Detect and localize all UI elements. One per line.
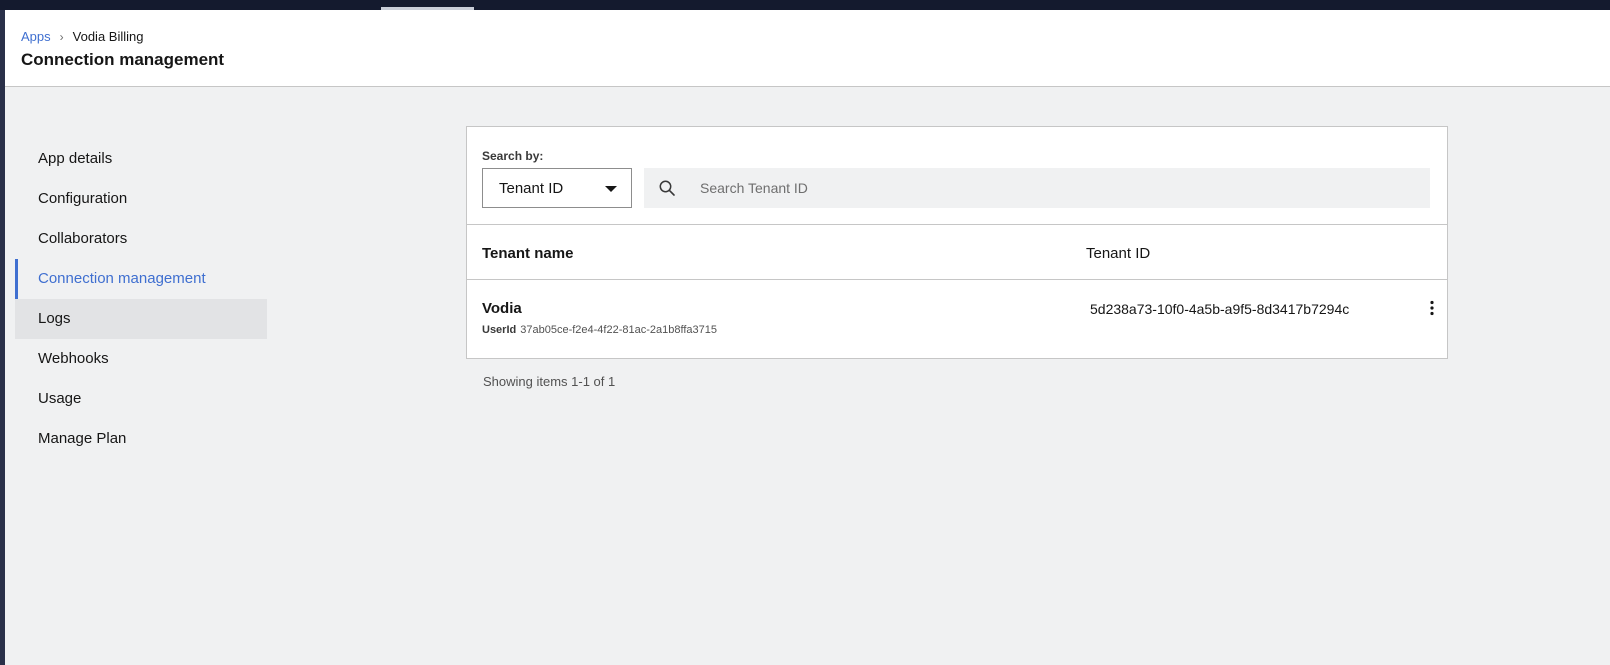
sidebar-item-usage[interactable]: Usage <box>15 379 267 419</box>
column-header-tenant-id: Tenant ID <box>1086 245 1151 262</box>
tenant-name-cell: Vodia <box>482 300 522 317</box>
side-navigation: App details Configuration Collaborators … <box>15 139 267 459</box>
tenant-search-box <box>644 168 1430 208</box>
search-icon <box>659 180 675 196</box>
breadcrumb-separator-icon: › <box>59 29 64 44</box>
tenant-search-input[interactable] <box>686 168 1416 208</box>
sidebar-item-collaborators[interactable]: Collaborators <box>15 219 267 259</box>
sidebar-item-webhooks[interactable]: Webhooks <box>15 339 267 379</box>
search-by-label: Search by: <box>482 149 544 163</box>
user-id-value: 37ab05ce-f2e4-4f22-81ac-2a1b8ffa3715 <box>520 324 717 336</box>
browser-top-bar <box>0 0 1610 10</box>
search-by-selected-value: Tenant ID <box>499 179 564 197</box>
breadcrumb-current: Vodia Billing <box>72 29 144 44</box>
tenant-id-cell: 5d238a73-10f0-4a5b-a9f5-8d3417b7294c <box>1090 301 1350 317</box>
search-by-select[interactable]: Tenant ID <box>482 168 632 208</box>
sidebar-item-logs[interactable]: Logs <box>15 299 267 339</box>
pagination-status: Showing items 1-1 of 1 <box>483 374 616 389</box>
app-window: Apps › Vodia Billing Connection manageme… <box>5 10 1610 665</box>
table-row: Vodia UserId 37ab05ce-f2e4-4f22-81ac-2a1b… <box>467 280 1447 358</box>
breadcrumb: Apps › Vodia Billing <box>21 29 143 44</box>
tenant-table-panel: Search by: Tenant ID Tenant name Tenant … <box>466 126 1448 359</box>
page-title: Connection management <box>21 50 225 69</box>
breadcrumb-apps-link[interactable]: Apps <box>21 29 51 44</box>
sidebar-item-app-details[interactable]: App details <box>15 139 267 179</box>
user-id-label: UserId <box>482 324 517 336</box>
sidebar-item-configuration[interactable]: Configuration <box>15 179 267 219</box>
user-id-line: UserId 37ab05ce-f2e4-4f22-81ac-2a1b8ffa37… <box>482 324 717 336</box>
chevron-down-icon <box>605 186 617 192</box>
sidebar-item-connection-management[interactable]: Connection management <box>15 259 267 299</box>
column-header-tenant-name: Tenant name <box>482 245 574 262</box>
sidebar-item-manage-plan[interactable]: Manage Plan <box>15 419 267 459</box>
overflow-menu-icon[interactable] <box>1422 298 1442 318</box>
page-header: Apps › Vodia Billing Connection manageme… <box>5 10 1610 87</box>
table-header-row: Tenant name Tenant ID <box>467 224 1447 280</box>
